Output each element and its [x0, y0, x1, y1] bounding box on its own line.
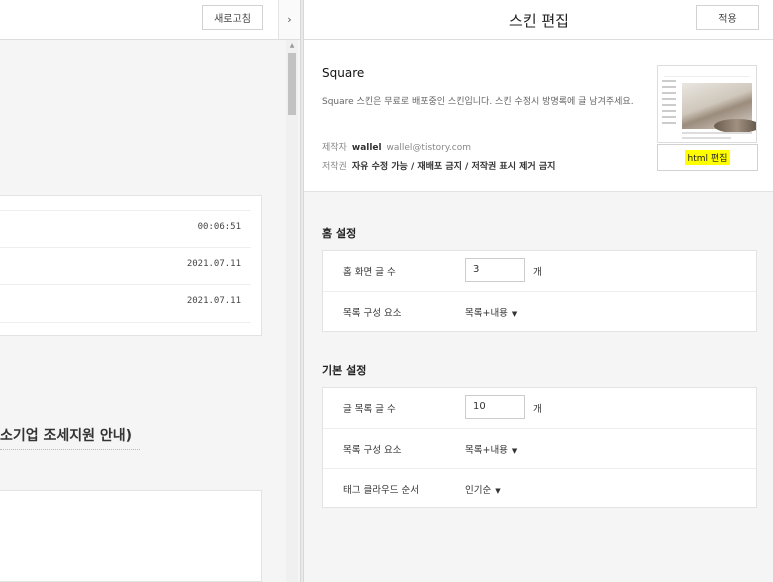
list-count-row: 글 목록 글 수 10 개: [323, 388, 756, 428]
skin-editor-pane: 스킨 편집 적용 Square Square 스킨은 무료로 배포중인 스킨입니…: [304, 0, 773, 582]
license-label: 저작권: [322, 162, 347, 172]
preview-toolbar: 새로고침 ›: [0, 0, 300, 40]
home-list-component-value: 목록+내용: [465, 308, 508, 319]
author-row: 제작자 wallel wallel@tistory.com: [322, 140, 471, 153]
author-label: 제작자: [322, 143, 347, 153]
home-list-component-row: 목록 구성 요소 목록+내용 ▼: [323, 291, 756, 332]
preview-post-title[interactable]: 소기업 조세지원 안내): [0, 425, 132, 445]
html-edit-label: html 편집: [684, 150, 731, 165]
author-name: wallel: [351, 143, 382, 153]
skin-thumbnail: [657, 65, 757, 143]
page-title: 스킨 편집: [509, 12, 569, 30]
title-underline: [0, 449, 140, 450]
home-list-component-label: 목록 구성 요소: [343, 308, 402, 319]
post-date: 2021.07.11: [186, 259, 241, 269]
tag-cloud-order-row: 태그 클라우드 순서 인기순 ▼: [323, 468, 756, 509]
list-component-label: 목록 구성 요소: [343, 445, 402, 456]
caret-down-icon: ▼: [511, 447, 518, 455]
html-edit-button[interactable]: html 편집: [657, 144, 758, 171]
preview-scrollbar[interactable]: ▲: [286, 40, 298, 582]
blog-preview-pane: 새로고침 › ▲ 00:06:51 2021.07.11 2021.07.11 …: [0, 0, 300, 582]
license-row: 저작권 자유 수정 가능 / 재배포 금지 / 저작권 표시 제거 금지: [322, 159, 555, 172]
tag-cloud-order-value: 인기순: [465, 485, 492, 496]
basic-settings-card: 글 목록 글 수 10 개 목록 구성 요소 목록+내용 ▼ 태그 클라우드 순서…: [322, 387, 757, 508]
skin-name: Square: [322, 66, 365, 80]
post-date: 00:06:51: [197, 222, 241, 232]
basic-settings-title: 기본 설정: [322, 364, 367, 377]
scrollbar-thumb[interactable]: [288, 53, 296, 115]
caret-down-icon: ▼: [511, 310, 518, 318]
refresh-button[interactable]: 새로고침: [202, 5, 263, 30]
editor-header: 스킨 편집 적용: [304, 0, 773, 40]
tag-cloud-order-label: 태그 클라우드 순서: [343, 485, 419, 496]
home-post-count-input[interactable]: 3: [465, 258, 525, 282]
list-count-label: 글 목록 글 수: [343, 404, 396, 415]
home-post-count-row: 홈 화면 글 수 3 개: [323, 251, 756, 291]
tag-cloud-order-select[interactable]: 인기순 ▼: [465, 482, 501, 496]
home-post-count-unit: 개: [533, 267, 542, 278]
list-component-row: 목록 구성 요소 목록+내용 ▼: [323, 428, 756, 469]
list-count-unit: 개: [533, 404, 542, 415]
preview-post-card: [0, 490, 262, 582]
list-item[interactable]: 2021.07.11: [0, 247, 251, 285]
list-component-select[interactable]: 목록+내용 ▼: [465, 442, 517, 456]
post-date: 2021.07.11: [186, 296, 241, 306]
skin-info-panel: Square Square 스킨은 무료로 배포중인 스킨입니다. 스킨 수정시…: [304, 40, 773, 192]
home-list-component-select[interactable]: 목록+내용 ▼: [465, 305, 517, 319]
home-settings-card: 홈 화면 글 수 3 개 목록 구성 요소 목록+내용 ▼: [322, 250, 757, 332]
apply-button[interactable]: 적용: [696, 5, 759, 30]
license-text: 자유 수정 가능 / 재배포 금지 / 저작권 표시 제거 금지: [351, 162, 556, 172]
list-component-value: 목록+내용: [465, 445, 508, 456]
skin-description: Square 스킨은 무료로 배포중인 스킨입니다. 스킨 수정시 방명록에 글…: [322, 97, 634, 107]
collapse-panel-button[interactable]: ›: [278, 0, 300, 39]
list-item[interactable]: 00:06:51: [0, 210, 251, 248]
caret-down-icon: ▼: [495, 487, 501, 495]
author-email: wallel@tistory.com: [386, 143, 472, 153]
chevron-right-icon: ›: [287, 13, 292, 26]
list-count-input[interactable]: 10: [465, 395, 525, 419]
recent-posts-box: 00:06:51 2021.07.11 2021.07.11: [0, 195, 262, 336]
list-item[interactable]: 2021.07.11: [0, 284, 251, 323]
scroll-up-icon[interactable]: ▲: [286, 40, 298, 52]
home-settings-title: 홈 설정: [322, 227, 357, 240]
home-post-count-label: 홈 화면 글 수: [343, 267, 396, 278]
